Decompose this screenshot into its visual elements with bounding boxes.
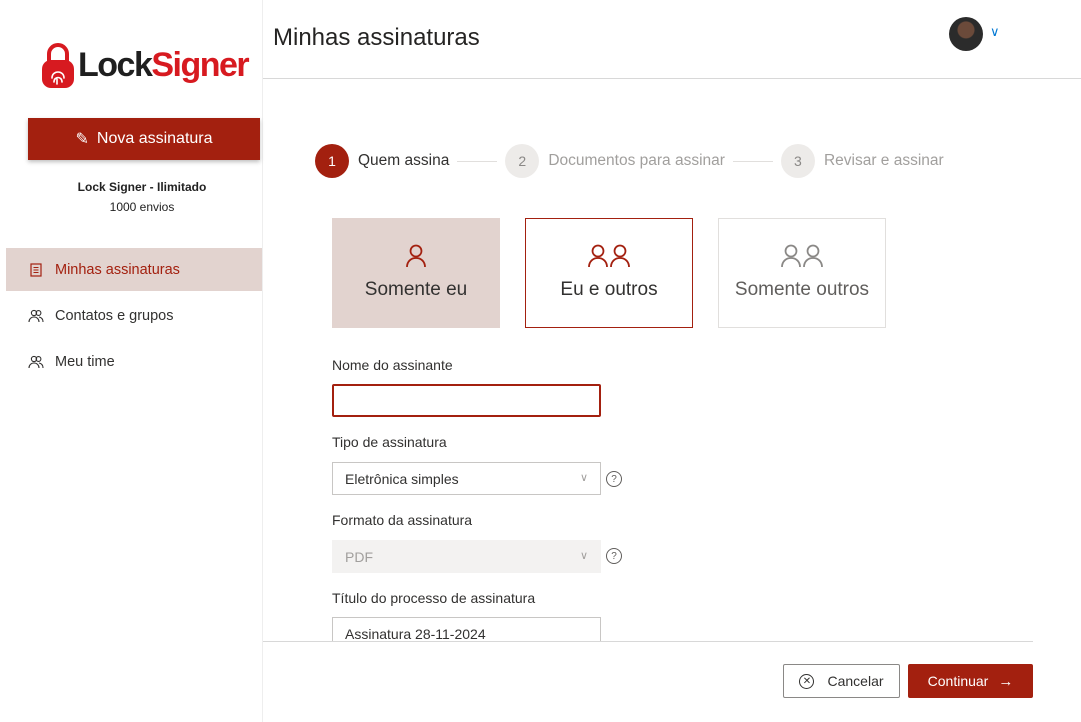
step-connector — [732, 160, 773, 162]
people-icon — [28, 354, 44, 370]
signer-name-label: Nome do assinante — [332, 357, 453, 373]
option-somente-outros[interactable]: Somente outros — [718, 218, 886, 328]
top-header: Minhas assinaturas ∨ — [263, 0, 1081, 79]
process-title-label: Título do processo de assinatura — [332, 590, 536, 606]
page-title: Minhas assinaturas — [273, 24, 480, 51]
people-icon — [28, 308, 44, 324]
sidebar-item-label: Meu time — [55, 353, 115, 370]
step-connector — [457, 160, 498, 162]
sidebar-item-minhas-assinaturas[interactable]: Minhas assinaturas — [6, 248, 262, 291]
sidebar-item-label: Contatos e grupos — [55, 307, 174, 324]
logo-text: LockSigner — [78, 45, 250, 84]
user-avatar[interactable] — [949, 17, 983, 51]
step-number: 1 — [315, 144, 349, 178]
signature-format-select: PDF ∨ — [332, 540, 601, 573]
chevron-down-icon: ∨ — [579, 550, 588, 562]
arrow-right-icon: → — [998, 672, 1014, 690]
process-title-value: Assinatura 28-11-2024 — [345, 625, 486, 642]
step-number: 3 — [780, 144, 815, 178]
sidebar-item-contatos-grupos[interactable]: Contatos e grupos — [6, 294, 262, 337]
people-icon — [586, 241, 632, 271]
document-icon — [28, 262, 44, 278]
cancel-button[interactable]: ✕ Cancelar — [783, 664, 900, 698]
pencil-icon: ✎ — [75, 131, 89, 148]
new-signature-button[interactable]: ✎ Nova assinatura — [28, 118, 260, 160]
close-circle-icon: ✕ — [799, 673, 815, 689]
step-revisar[interactable]: 3 Revisar e assinar — [780, 144, 944, 178]
cancel-label: Cancelar — [827, 673, 884, 689]
option-label: Somente eu — [364, 279, 468, 300]
signature-type-label: Tipo de assinatura — [332, 434, 447, 450]
chevron-down-icon[interactable]: ∨ — [990, 24, 1000, 40]
step-number: 2 — [505, 144, 540, 178]
help-icon[interactable]: ? — [606, 471, 622, 487]
sidebar-nav: Minhas assinaturas Contatos e grupos Meu… — [6, 248, 262, 386]
chevron-down-icon: ∨ — [579, 472, 588, 484]
continue-button[interactable]: Continuar → — [908, 664, 1033, 698]
option-label: Eu e outros — [560, 279, 658, 300]
step-label: Revisar e assinar — [823, 152, 944, 169]
sidebar-item-meu-time[interactable]: Meu time — [6, 340, 262, 383]
new-signature-label: Nova assinatura — [96, 130, 213, 147]
step-quem-assina[interactable]: 1 Quem assina — [315, 144, 449, 178]
plan-info: Lock Signer - Ilimitado 1000 envios — [28, 177, 256, 217]
option-somente-eu[interactable]: Somente eu — [332, 218, 500, 328]
step-label: Documentos para assinar — [548, 152, 725, 169]
person-icon — [404, 241, 428, 271]
help-icon[interactable]: ? — [606, 548, 622, 564]
wizard-steps: 1 Quem assina 2 Documentos para assinar … — [315, 144, 944, 178]
signature-type-select[interactable]: Eletrônica simples ∨ — [332, 462, 601, 495]
option-label: Somente outros — [734, 279, 870, 300]
signature-type-value: Eletrônica simples — [345, 470, 459, 487]
step-label: Quem assina — [358, 152, 450, 169]
plan-name: Lock Signer - Ilimitado — [77, 180, 207, 194]
people-icon — [779, 241, 825, 271]
signature-format-value: PDF — [345, 548, 373, 565]
step-documentos[interactable]: 2 Documentos para assinar — [505, 144, 725, 178]
sidebar: LockSigner ✎ Nova assinatura Lock Signer… — [0, 0, 263, 722]
signer-name-input[interactable] — [332, 384, 601, 417]
continue-label: Continuar — [927, 673, 989, 689]
plan-quota: 1000 envios — [109, 200, 175, 214]
app-logo[interactable]: LockSigner — [40, 38, 250, 92]
sidebar-item-label: Minhas assinaturas — [55, 261, 180, 278]
signature-format-label: Formato da assinatura — [332, 512, 473, 528]
padlock-fingerprint-icon — [42, 43, 74, 88]
option-eu-e-outros[interactable]: Eu e outros — [525, 218, 693, 328]
